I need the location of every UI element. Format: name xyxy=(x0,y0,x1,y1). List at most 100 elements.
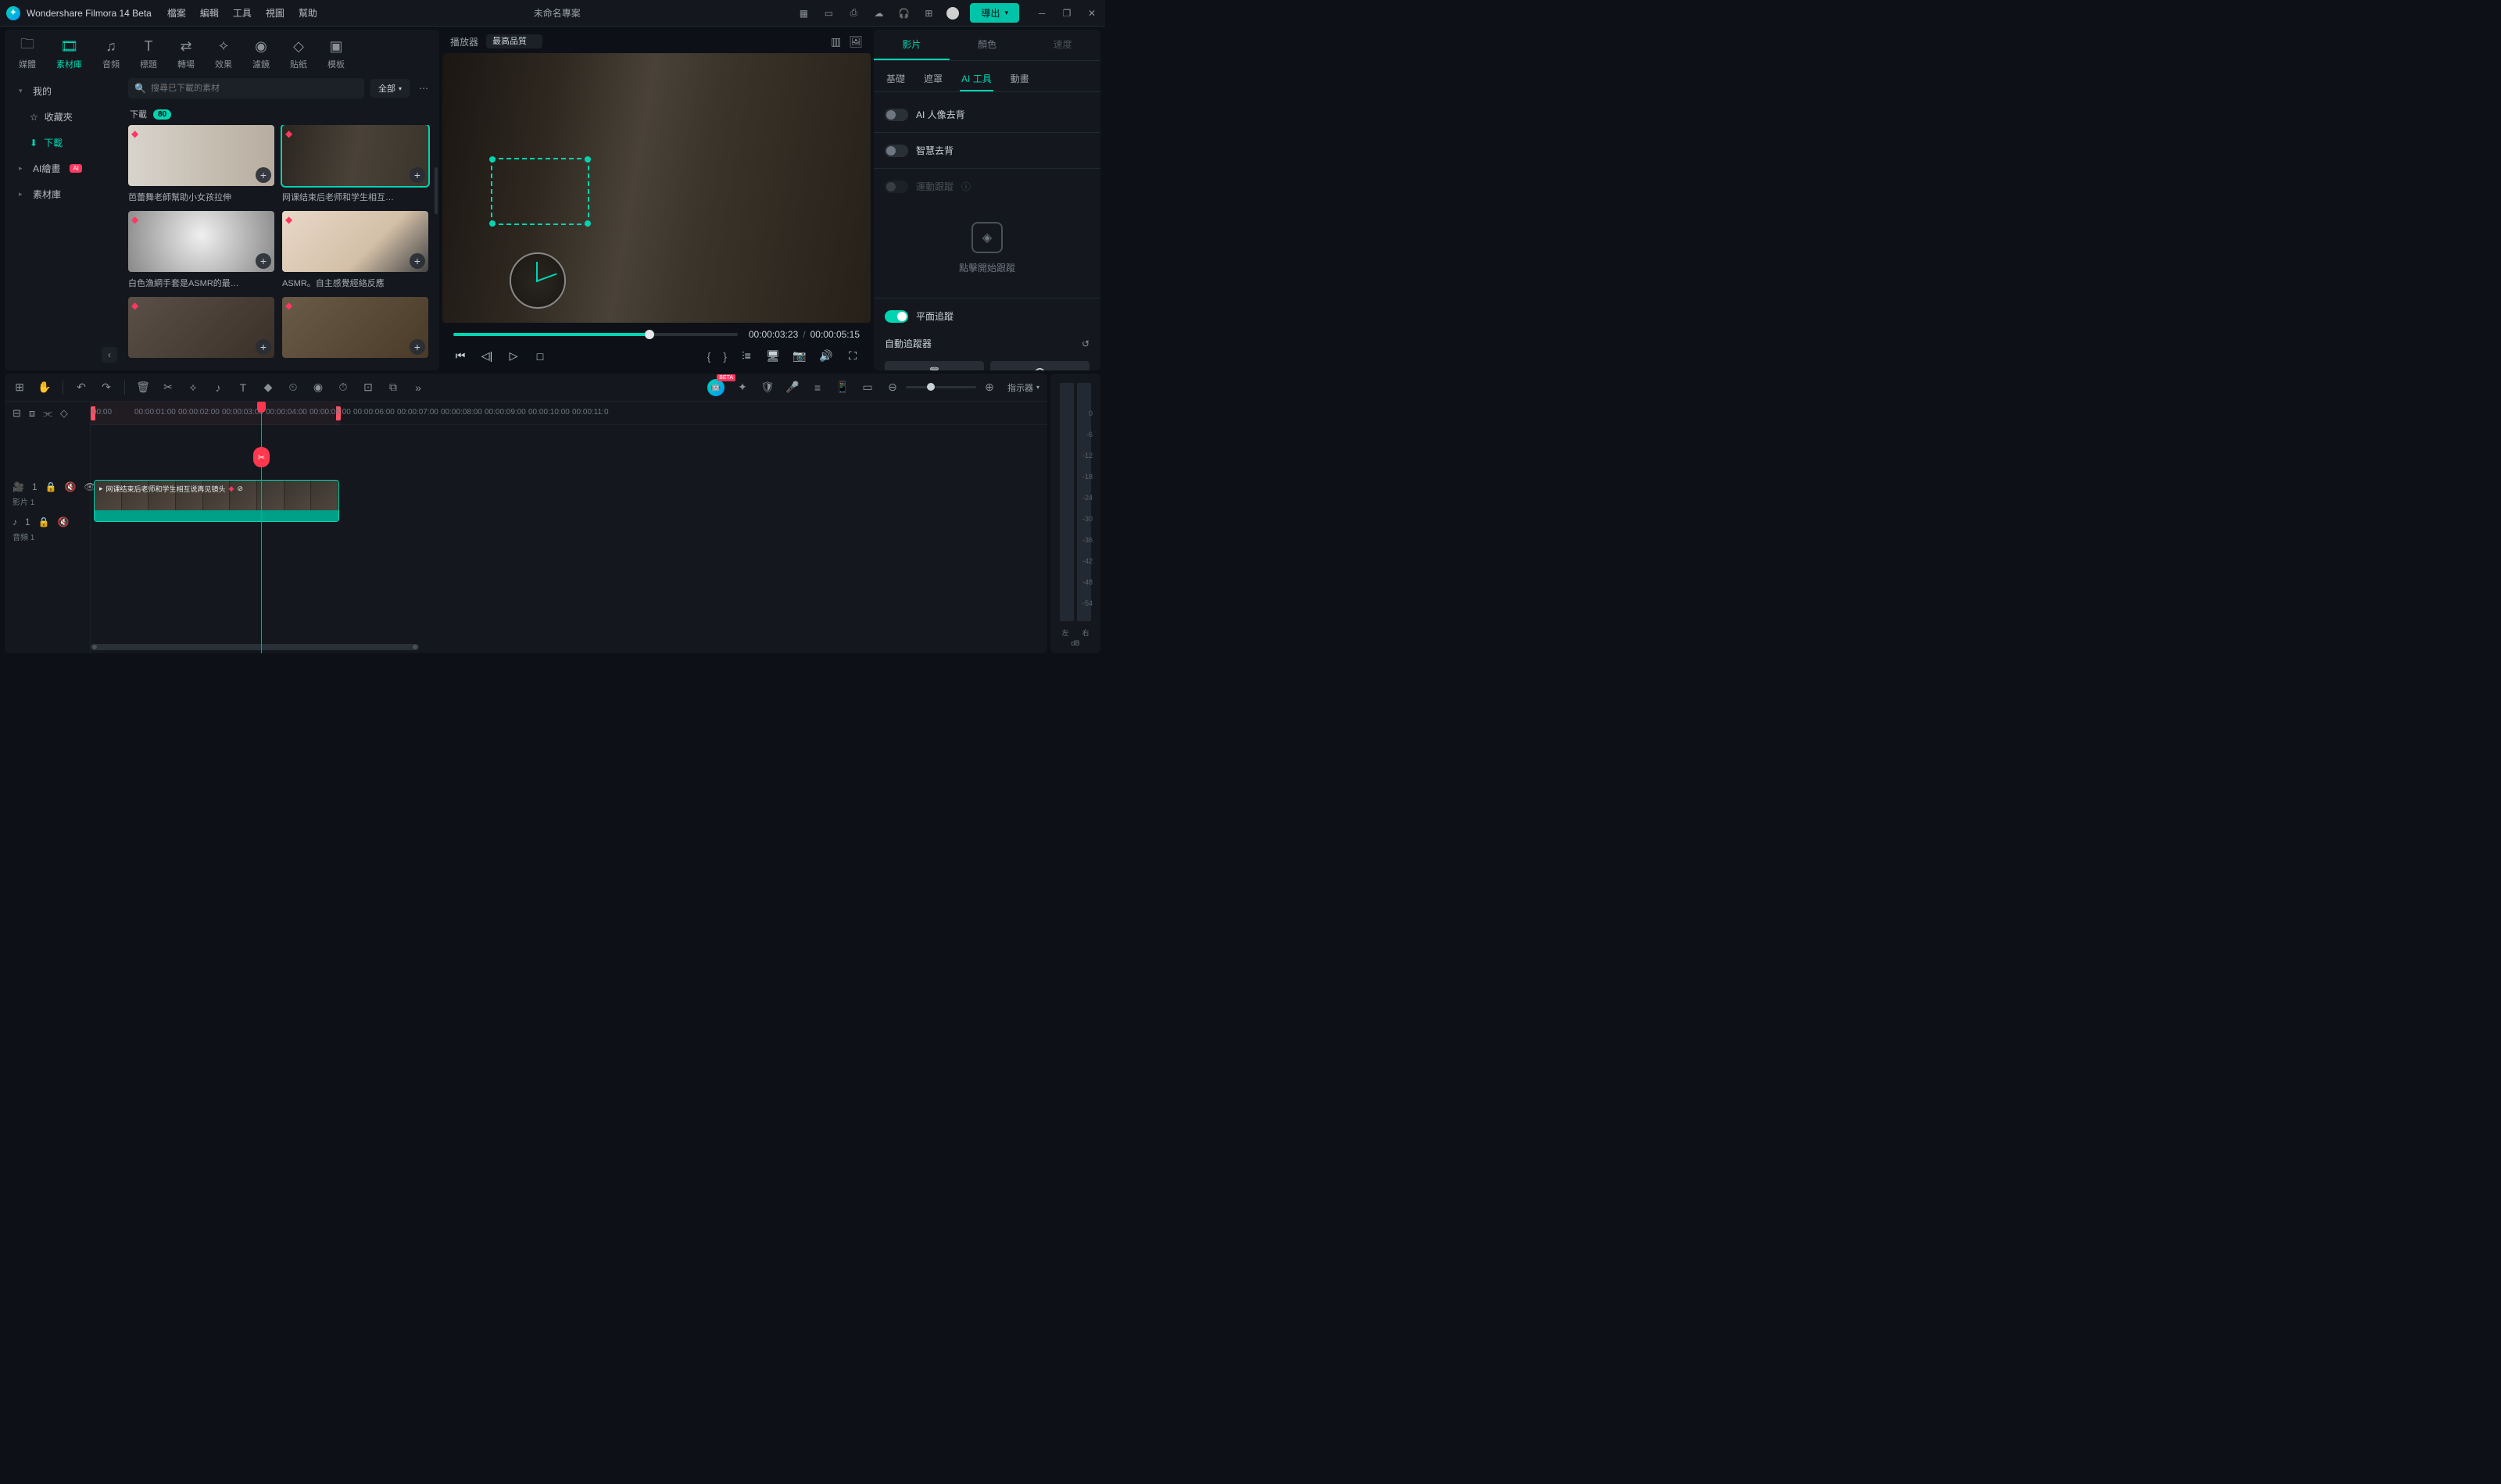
zoom-out-icon[interactable]: ⊖ xyxy=(886,381,900,394)
avatar-icon[interactable] xyxy=(946,7,959,20)
scrollbar[interactable] xyxy=(435,167,438,214)
tl-select-icon[interactable]: ⊞ xyxy=(13,381,27,394)
menu-file[interactable]: 檔案 xyxy=(167,6,186,20)
redo-icon[interactable]: ↷ xyxy=(99,381,113,394)
add-button[interactable]: + xyxy=(410,253,425,269)
media-card[interactable]: ◆+ 白色漁網手套是ASMR的最… xyxy=(128,211,274,289)
mode-sticker[interactable]: ◇貼紙 xyxy=(290,38,307,70)
mute-icon[interactable]: 🔇 xyxy=(58,517,70,527)
collapse-all-icon[interactable]: ⊟ xyxy=(13,407,21,420)
menu-help[interactable]: 幫助 xyxy=(299,6,317,20)
ai-assist-button[interactable]: 🤖BETA xyxy=(707,379,725,396)
add-button[interactable]: + xyxy=(410,167,425,183)
playhead[interactable]: ✂ xyxy=(261,402,262,653)
add-button[interactable]: + xyxy=(410,339,425,355)
tl-hand-icon[interactable]: ✋ xyxy=(38,381,52,394)
resize-handle[interactable] xyxy=(489,156,496,163)
seek-bar[interactable] xyxy=(453,333,738,336)
subtab-mask[interactable]: 遮罩 xyxy=(922,67,944,91)
mode-title[interactable]: T標題 xyxy=(140,38,157,70)
preview-tracker-button[interactable]: 👁 xyxy=(990,361,1089,370)
timeline-scrollbar[interactable] xyxy=(91,644,1039,650)
resize-handle[interactable] xyxy=(585,156,591,163)
nav-back-button[interactable]: ‹ xyxy=(102,347,117,363)
mode-audio[interactable]: ♫音頻 xyxy=(102,38,120,70)
video-viewport[interactable] xyxy=(442,53,871,323)
mode-media[interactable]: 🗀媒體 xyxy=(19,38,36,70)
fullscreen-icon[interactable]: ⛶ xyxy=(846,349,860,363)
marker-icon[interactable]: ◇ xyxy=(60,407,68,420)
seek-knob[interactable] xyxy=(645,330,654,339)
media-card[interactable]: ◆+ 网课结束后老师和学生相互… xyxy=(282,125,428,203)
auto-reset-button[interactable]: ↺ xyxy=(1082,338,1089,349)
camera-icon[interactable]: 📷 xyxy=(793,349,807,363)
subtitle-icon[interactable]: ≡ xyxy=(810,381,825,394)
audio-icon[interactable]: ♪ xyxy=(211,381,225,394)
video-track-header[interactable]: 🎥1🔒🔇👁 影片 1 xyxy=(5,477,90,512)
mode-stock[interactable]: 🎞素材庫 xyxy=(56,38,82,70)
zoom-slider[interactable] xyxy=(906,386,976,388)
menu-edit[interactable]: 編輯 xyxy=(200,6,219,20)
lock-icon[interactable]: 🔒 xyxy=(45,481,57,492)
mode-template[interactable]: ▣模板 xyxy=(327,38,345,70)
video-clip[interactable]: ▸网课结束后老师和学生相互说再见镜头◆⊘ xyxy=(94,480,339,522)
cut-icon[interactable]: ✂ xyxy=(161,381,175,394)
prev-frame-button[interactable]: ⏮ xyxy=(453,349,467,363)
subtab-anim[interactable]: 動畫 xyxy=(1009,67,1031,91)
menu-view[interactable]: 視圖 xyxy=(266,6,284,20)
delete-icon[interactable]: 🗑 xyxy=(136,381,150,394)
enhance-icon[interactable]: ✦ xyxy=(735,381,750,394)
layout-icon[interactable]: ▦ xyxy=(796,6,810,20)
sidebar-item-ai-draw[interactable]: ▸AI繪畫AI xyxy=(11,156,114,181)
smart-bg-toggle[interactable] xyxy=(885,145,908,157)
mode-filter[interactable]: ◉濾鏡 xyxy=(252,38,270,70)
tracker-selection[interactable] xyxy=(491,158,589,225)
search-input[interactable]: 🔍 xyxy=(128,78,364,98)
color-icon[interactable]: ◉ xyxy=(311,381,325,394)
timeline-tracks[interactable]: 00:00 00:00:01:00 00:00:02:00 00:00:03:0… xyxy=(91,402,1047,653)
shield-icon[interactable]: 🛡 xyxy=(760,381,775,394)
stop-button[interactable]: □ xyxy=(533,350,547,363)
subtab-ai[interactable]: AI 工具 xyxy=(960,67,993,91)
magnet-icon[interactable]: ⧈ xyxy=(29,407,35,420)
mark-out-button[interactable]: } xyxy=(723,350,727,363)
audio-track-header[interactable]: ♪1🔒🔇 音頻 1 xyxy=(5,512,90,547)
mode-effect[interactable]: ✧效果 xyxy=(215,38,232,70)
sidebar-item-library[interactable]: ▸素材庫 xyxy=(11,181,114,207)
more-icon[interactable]: » xyxy=(411,381,425,394)
play-button[interactable]: ▷ xyxy=(506,349,521,363)
planar-toggle[interactable] xyxy=(885,310,908,323)
add-button[interactable]: + xyxy=(256,339,271,355)
headset-icon[interactable]: 🎧 xyxy=(896,6,911,20)
step-back-button[interactable]: ◁| xyxy=(480,349,494,363)
tracking-placeholder[interactable]: ◈ 點擊開始跟蹤 xyxy=(885,201,1089,295)
tab-clip[interactable]: 影片 xyxy=(874,30,950,60)
resize-handle[interactable] xyxy=(585,220,591,227)
resize-handle[interactable] xyxy=(489,220,496,227)
text-icon[interactable]: T xyxy=(236,381,250,394)
link-icon[interactable]: ⧉ xyxy=(386,381,400,394)
sidebar-item-favorites[interactable]: ☆收藏夾 xyxy=(11,104,114,130)
split-scissors-icon[interactable]: ✂ xyxy=(253,447,270,467)
time-ruler[interactable]: 00:00 00:00:01:00 00:00:02:00 00:00:03:0… xyxy=(91,402,1047,425)
apps-icon[interactable]: ⊞ xyxy=(921,6,936,20)
zoom-in-icon[interactable]: ⊕ xyxy=(982,381,996,394)
timer-icon[interactable]: ⏱ xyxy=(336,381,350,394)
ai-portrait-toggle[interactable] xyxy=(885,109,908,121)
display-icon[interactable]: 🖥 xyxy=(766,349,780,363)
export-button[interactable]: 導出▾ xyxy=(970,3,1019,23)
media-card[interactable]: ◆+ xyxy=(128,297,274,363)
delete-tracker-button[interactable]: 🗑 xyxy=(885,361,984,370)
subtab-basic[interactable]: 基礎 xyxy=(885,67,907,91)
media-card[interactable]: ◆+ 芭蕾舞老師幫助小女孩拉伸 xyxy=(128,125,274,203)
keyframe-icon[interactable]: ◆ xyxy=(261,381,275,394)
ratio-icon[interactable]: ⫶≡ xyxy=(739,349,753,363)
lock-icon[interactable]: 🔒 xyxy=(38,517,50,527)
sidebar-item-downloads[interactable]: ⬇下載 xyxy=(11,130,114,156)
mic-icon[interactable]: 🎤 xyxy=(785,381,800,394)
tab-speed[interactable]: 速度 xyxy=(1025,30,1100,60)
menu-tool[interactable]: 工具 xyxy=(233,6,252,20)
speed-icon[interactable]: ⏲ xyxy=(286,381,300,394)
sidebar-item-mine[interactable]: ▾我的 xyxy=(11,78,114,104)
filter-dropdown[interactable]: 全部▾ xyxy=(370,79,410,98)
